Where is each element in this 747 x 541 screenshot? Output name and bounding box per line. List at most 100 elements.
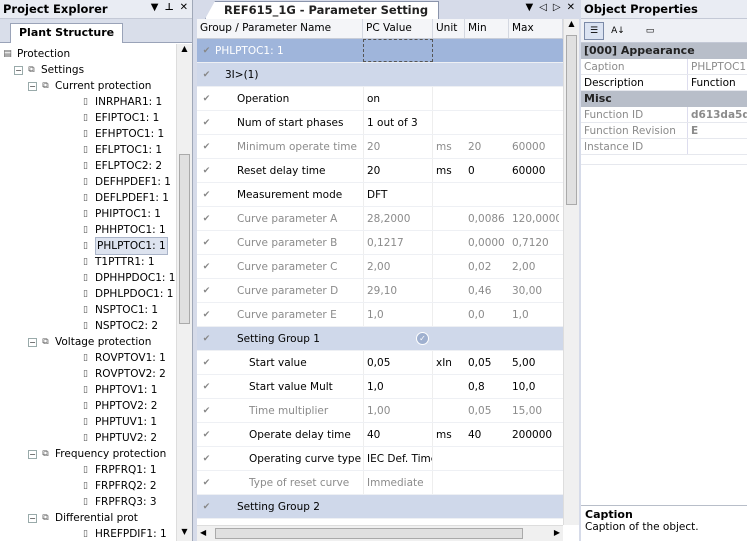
pc-value-field[interactable]: 0,05 [363,351,433,374]
pc-value-field[interactable]: Immediate [363,471,433,494]
tree-item[interactable]: ▯ PHPTUV1: 1 [80,414,157,430]
property-category[interactable]: [000] Appearance [581,43,747,59]
group-row[interactable]: ✔ 3I>(1) [197,63,563,87]
tree-item[interactable]: ▯ INRPHAR1: 1 [80,94,162,110]
tree-item[interactable]: ▯ DEFHPDEF1: 1 [80,174,171,190]
col-header-name[interactable]: Group / Parameter Name [197,19,363,38]
col-header-min[interactable]: Min [465,19,509,38]
group-row[interactable]: ✔ PHLPTOC1: 1 [197,39,563,63]
pc-value-field[interactable] [363,39,433,62]
pc-value-field[interactable]: 1,0 [363,303,433,326]
tree-item[interactable]: ▯ DPHLPDOC1: 1 [80,286,173,302]
pc-value-field[interactable]: 2,00 [363,255,433,278]
property-row[interactable]: Function Revision E [581,123,747,139]
dropdown-icon[interactable]: ▼ [151,2,159,13]
pc-value-field[interactable]: 0,1217 [363,231,433,254]
property-value[interactable]: PHLPTOC1 [687,59,747,74]
tree-item[interactable]: ▯ PHPTOV1: 1 [80,382,157,398]
tree-item[interactable]: − ⧉ Current protection [28,78,151,94]
grid-hscroll-thumb[interactable] [215,528,523,539]
scroll-up-icon[interactable]: ▲ [177,44,192,58]
scroll-left-icon[interactable]: ◁ [539,2,547,13]
parameter-row[interactable]: ✔ Minimum operate time 20 ms 20 60000 [197,135,563,159]
grid-horizontal-scrollbar[interactable]: ◀ ▶ [197,525,563,541]
property-row[interactable]: Description Function [581,75,747,91]
parameter-row[interactable]: ✔ Operation on [197,87,563,111]
property-value[interactable]: Function [687,75,747,90]
tree-item[interactable]: ▯ FRPFRQ2: 2 [80,478,157,494]
group-row[interactable]: ✔ Setting Group 2 [197,495,563,519]
property-value[interactable] [687,139,747,154]
property-value[interactable]: E [687,123,747,138]
grid-scroll-thumb[interactable] [566,35,577,205]
tree-item[interactable]: − ⧉ Voltage protection [28,334,151,350]
tree-item[interactable]: ▯ DEFLPDEF1: 1 [80,190,169,206]
pc-value-field[interactable]: 1,0 [363,375,433,398]
tree-item[interactable]: ▯ HREFPDIF1: 1 [80,526,167,541]
parameter-row[interactable]: ✔ Curve parameter B 0,1217 0,0000 0,7120 [197,231,563,255]
col-header-max[interactable]: Max [509,19,563,38]
grid-vertical-scrollbar[interactable]: ▲ [563,19,579,525]
tree-item[interactable]: ▯ ROVPTOV1: 1 [80,350,166,366]
tree-item[interactable]: − ⧉ Differential prot [28,510,138,526]
dropdown-icon[interactable]: ▼ [526,2,534,13]
tree-item[interactable]: ▯ NSPTOC1: 1 [80,302,158,318]
parameter-row[interactable]: ✔ Curve parameter D 29,10 0,46 30,00 [197,279,563,303]
pc-value-field[interactable]: IEC Def. Time [363,447,433,470]
tree-item[interactable]: ▯ FRPFRQ1: 1 [80,462,157,478]
group-row[interactable]: ✔ Setting Group 1 ✓ [197,327,563,351]
tree-item[interactable]: ▯ PHPTOV2: 2 [80,398,157,414]
tree-item[interactable]: ▯ PHPTUV2: 2 [80,430,157,446]
pc-value-field[interactable]: 29,10 [363,279,433,302]
parameter-row[interactable]: ✔ Operate delay time 40 ms 40 200000 [197,423,563,447]
col-header-pc-value[interactable]: PC Value [363,19,433,38]
pin-icon[interactable]: ⊥ [164,2,173,13]
tree-item[interactable]: ▯ EFHPTOC1: 1 [80,126,164,142]
tree-scrollbar[interactable]: ▲ ▼ [176,44,192,541]
scroll-right-icon[interactable]: ▷ [553,2,561,13]
property-pages-icon[interactable]: ▭ [640,22,660,40]
property-row[interactable]: Caption PHLPTOC1 [581,59,747,75]
tab-parameter-setting[interactable]: REF615_1G - Parameter Setting [205,1,440,19]
scroll-up-icon[interactable]: ▲ [564,19,579,33]
collapse-icon[interactable]: − [28,513,37,523]
tree-item[interactable]: ▯ NSPTOC2: 2 [80,318,158,334]
property-row[interactable]: Instance ID [581,139,747,155]
parameter-row[interactable]: ✔ Type of reset curve Immediate [197,471,563,495]
parameter-row[interactable]: ✔ Measurement mode DFT [197,183,563,207]
tree-item[interactable]: − ⧉ Settings [14,62,84,78]
pc-value-field[interactable]: DFT [363,183,433,206]
parameter-row[interactable]: ✔ Operating curve type IEC Def. Time [197,447,563,471]
close-icon[interactable]: ✕ [180,2,188,13]
parameter-row[interactable]: ✔ Reset delay time 20 ms 0 60000 [197,159,563,183]
collapse-icon[interactable]: − [28,81,37,91]
scroll-left-icon[interactable]: ◀ [200,528,206,537]
parameter-row[interactable]: ✔ Num of start phases 1 out of 3 [197,111,563,135]
tree-item[interactable]: ▯ EFLPTOC2: 2 [80,158,162,174]
collapse-icon[interactable]: − [14,65,23,75]
tree-item[interactable]: ▯ PHLPTOC1: 1 [80,237,168,255]
tree-item[interactable]: ▯ EFIPTOC1: 1 [80,110,159,126]
parameter-row[interactable]: ✔ Curve parameter A 28,2000 0,0086 120,0000 [197,207,563,231]
property-value[interactable]: d613da5d [687,107,747,122]
parameter-row[interactable]: ✔ Time multiplier 1,00 0,05 15,00 [197,399,563,423]
pc-value-field[interactable]: 28,2000 [363,207,433,230]
parameter-row[interactable]: ✔ Curve parameter E 1,0 0,0 1,0 [197,303,563,327]
tree-item[interactable]: ▤ Protection [2,46,70,62]
collapse-icon[interactable]: − [28,337,37,347]
pc-value-field[interactable]: 1 out of 3 [363,111,433,134]
close-icon[interactable]: ✕ [567,2,575,13]
tree-scroll-thumb[interactable] [179,154,190,324]
property-category[interactable]: Misc [581,91,747,107]
tree-item[interactable]: ▯ PHIPTOC1: 1 [80,206,161,222]
collapse-icon[interactable]: − [28,449,37,459]
parameter-row[interactable]: ✔ Start value 0,05 xIn 0,05 5,00 [197,351,563,375]
tree-item[interactable]: − ⧉ Frequency protection [28,446,166,462]
tab-plant-structure[interactable]: Plant Structure [10,23,124,43]
tree-item[interactable]: ▯ EFLPTOC1: 1 [80,142,162,158]
alphabetical-sort-icon[interactable]: A↓ [608,22,628,40]
pc-value-field[interactable]: 1,00 [363,399,433,422]
pc-value-field[interactable]: 20 [363,135,433,158]
tree-item[interactable]: ▯ PHHPTOC1: 1 [80,222,166,238]
pc-value-field[interactable]: 20 [363,159,433,182]
